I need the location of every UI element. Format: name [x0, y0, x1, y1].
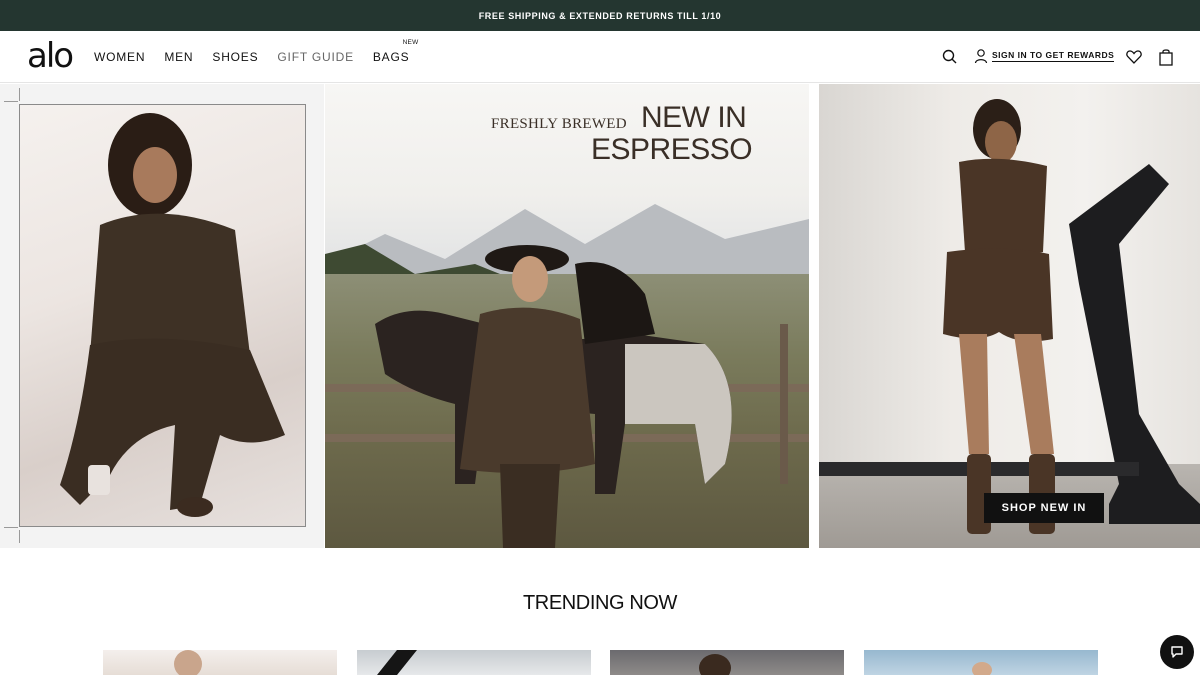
product-image [377, 650, 417, 675]
treadmill-model-illustration [819, 99, 1200, 534]
hero-banner: FRESHLY BREWED NEW IN ESPRESSO SHOP NEW … [0, 84, 1200, 548]
crop-mark [19, 530, 20, 543]
product-image [174, 650, 202, 675]
sign-in-link[interactable]: SIGN IN TO GET REWARDS [974, 48, 1115, 64]
shop-new-in-button[interactable]: SHOP NEW IN [984, 493, 1104, 523]
product-image [699, 654, 731, 675]
shopping-bag-icon [1159, 49, 1173, 66]
nav-item-bags-label: BAGS [372, 50, 410, 64]
hero-image-right[interactable]: SHOP NEW IN [819, 84, 1200, 548]
brand-logo[interactable]: alo [27, 39, 74, 73]
product-image [972, 662, 992, 675]
crop-mark [4, 527, 18, 528]
product-tile[interactable] [103, 650, 337, 675]
hero-image-center[interactable]: FRESHLY BREWED NEW IN ESPRESSO [325, 84, 809, 548]
nav-item-gift-guide[interactable]: GIFT GUIDE [277, 50, 353, 64]
hero-image-left[interactable] [0, 84, 324, 548]
user-icon [974, 49, 988, 64]
search-button[interactable] [940, 47, 960, 67]
headline-line-2: ESPRESSO [591, 133, 753, 166]
product-tile[interactable] [610, 650, 844, 675]
model-illustration [60, 113, 285, 517]
nav-item-bags[interactable]: BAGS NEW [372, 39, 418, 64]
headline-eyebrow: FRESHLY BREWED [491, 116, 627, 132]
product-tile[interactable] [864, 650, 1098, 675]
trending-products [0, 650, 1200, 675]
headline-line-1: NEW IN [641, 101, 747, 134]
nav-item-shoes[interactable]: SHOES [212, 50, 258, 64]
chat-button[interactable] [1160, 635, 1194, 669]
nav-item-women[interactable]: WOMEN [94, 50, 145, 64]
heart-icon [1126, 50, 1142, 64]
product-tile[interactable] [357, 650, 591, 675]
cart-button[interactable] [1156, 47, 1176, 67]
new-badge: NEW [402, 39, 419, 46]
model-photo-snow [19, 104, 306, 527]
search-icon [942, 49, 957, 64]
nav-item-men[interactable]: MEN [164, 50, 193, 64]
crop-mark [19, 88, 20, 101]
site-header: alo WOMEN MEN SHOES GIFT GUIDE BAGS NEW … [0, 31, 1200, 83]
main-nav: WOMEN MEN SHOES GIFT GUIDE BAGS NEW [94, 31, 428, 83]
announcement-text: FREE SHIPPING & EXTENDED RETURNS TILL 1/… [478, 10, 722, 21]
crop-mark [4, 101, 18, 102]
horses-and-model-illustration [325, 245, 809, 548]
announcement-bar: FREE SHIPPING & EXTENDED RETURNS TILL 1/… [0, 0, 1200, 31]
sign-in-label: SIGN IN TO GET REWARDS [992, 50, 1115, 62]
wishlist-button[interactable] [1124, 47, 1144, 67]
section-title-trending: TRENDING NOW [522, 592, 678, 614]
chat-bubble-icon [1171, 646, 1183, 658]
